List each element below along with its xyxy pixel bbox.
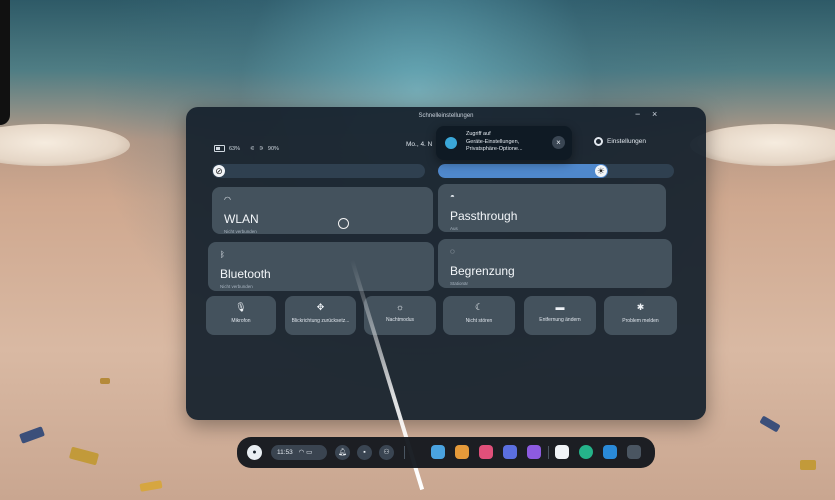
moon-icon: ☾ bbox=[474, 302, 484, 312]
distance-button[interactable]: ▬ Entfernung ändern bbox=[524, 296, 596, 335]
chat-icon[interactable]: ▪ bbox=[357, 445, 372, 460]
wifi-icon: ◠ bbox=[224, 195, 231, 204]
settings-button[interactable]: Einstellungen bbox=[594, 137, 646, 146]
controller-icon: ⚞ bbox=[258, 145, 264, 152]
floor-debris bbox=[800, 460, 816, 470]
night-mode-label: Nachtmodus bbox=[385, 317, 415, 323]
toast-line: Geräte-Einstellungen, bbox=[466, 138, 520, 145]
recenter-label: Blickrichtung zurücksetz... bbox=[291, 318, 350, 324]
tile-boundary[interactable]: ◌ Begrenzung Stationär bbox=[438, 239, 672, 288]
wifi-icon: ◠ bbox=[298, 449, 305, 456]
distance-label: Entfernung ändern bbox=[539, 317, 581, 323]
toast-text: Zugriff auf Geräte-Einstellungen, Privat… bbox=[466, 131, 523, 154]
tile-wlan[interactable]: ◠ WLAN Nicht verbunden bbox=[212, 187, 433, 234]
app-icon-clock[interactable] bbox=[579, 445, 593, 459]
app-icon-media[interactable] bbox=[479, 445, 493, 459]
mic-label: Mikrofon bbox=[231, 318, 251, 324]
clock-time: 11:53 bbox=[277, 449, 293, 456]
do-not-disturb-button[interactable]: ☾ Nicht stören bbox=[443, 296, 515, 335]
battery-icon: ▭ bbox=[306, 449, 313, 456]
taskbar-divider bbox=[404, 446, 405, 459]
microphone-icon: 🎙︎ bbox=[235, 302, 247, 312]
settings-label: Einstellungen bbox=[607, 138, 647, 145]
panel-title: Schnelleinstellungen bbox=[418, 113, 474, 119]
app-icon-files[interactable] bbox=[603, 445, 617, 459]
close-icon[interactable]: × bbox=[552, 136, 565, 149]
dnd-label: Nicht stören bbox=[465, 318, 493, 324]
controller-icon: ⚟ bbox=[250, 145, 255, 152]
report-problem-button[interactable]: ✱ Problem melden bbox=[604, 296, 677, 335]
mute-icon[interactable]: ⊘ bbox=[213, 165, 225, 177]
volume-slider[interactable]: ⊘ bbox=[212, 164, 425, 178]
passthrough-icon: ◓ bbox=[450, 192, 455, 201]
brightness-icon[interactable]: ☀ bbox=[594, 165, 607, 177]
recenter-button[interactable]: ✥ Blickrichtung zurücksetz... bbox=[285, 296, 356, 335]
minimize-button[interactable]: − bbox=[635, 109, 640, 119]
passthrough-title: Passthrough bbox=[450, 209, 518, 223]
bluetooth-status: Nicht verbunden bbox=[220, 284, 253, 289]
avatar-icon[interactable]: ● bbox=[247, 445, 262, 460]
taskbar-divider bbox=[548, 446, 549, 459]
headset-battery: 63% bbox=[229, 145, 241, 152]
brightness-slider[interactable]: ☀ bbox=[438, 164, 674, 178]
sun-icon: ☼ bbox=[395, 302, 405, 312]
permission-toast[interactable]: Zugriff auf Geräte-Einstellungen, Privat… bbox=[436, 126, 572, 160]
app-icon-browser[interactable] bbox=[503, 445, 517, 459]
bug-icon: ✱ bbox=[636, 302, 645, 312]
app-icon-store[interactable] bbox=[431, 445, 445, 459]
date-label: Mo., 4. N bbox=[406, 141, 433, 148]
battery-icon bbox=[214, 145, 225, 152]
move-icon: ✥ bbox=[316, 302, 325, 312]
mic-button[interactable]: 🎙︎ Mikrofon bbox=[206, 296, 276, 335]
notification-bell-icon[interactable]: 🔔︎ bbox=[335, 445, 350, 460]
gear-icon bbox=[594, 137, 603, 146]
boundary-title: Begrenzung bbox=[450, 264, 515, 278]
app-icon-game[interactable] bbox=[555, 445, 569, 459]
controller-battery: 90% bbox=[267, 145, 279, 152]
wlan-status: Nicht verbunden bbox=[224, 229, 257, 234]
distance-icon: ▬ bbox=[555, 302, 565, 312]
close-button[interactable]: × bbox=[652, 109, 657, 119]
passthrough-status: Aus bbox=[450, 226, 458, 231]
universal-menu-bar: ● 11:53 ◠ ▭ 🔔︎ ▪ ⚇ bbox=[237, 437, 655, 468]
environment-wall bbox=[0, 0, 10, 125]
app-icon-camera[interactable] bbox=[455, 445, 469, 459]
bluetooth-title: Bluetooth bbox=[220, 267, 271, 281]
toast-line: Zugriff auf bbox=[466, 131, 491, 137]
floor-debris bbox=[100, 378, 110, 384]
toast-app-icon bbox=[445, 137, 457, 149]
boundary-icon: ◌ bbox=[450, 247, 455, 256]
bluetooth-icon: ᛒ bbox=[220, 250, 225, 259]
status-pill[interactable]: 11:53 ◠ ▭ bbox=[271, 445, 327, 460]
tile-bluetooth[interactable]: ᛒ Bluetooth Nicht verbunden bbox=[208, 242, 434, 291]
status-bar: 63% ⚟ ⚞ 90% bbox=[214, 145, 279, 152]
toast-line: Privatsphäre-Optione... bbox=[466, 146, 523, 152]
wlan-title: WLAN bbox=[224, 212, 259, 226]
app-library-grid-icon[interactable] bbox=[627, 445, 641, 459]
tile-passthrough[interactable]: ◓ Passthrough Aus bbox=[438, 184, 666, 232]
boundary-status: Stationär bbox=[450, 281, 469, 286]
app-icon-people[interactable] bbox=[527, 445, 541, 459]
report-label: Problem melden bbox=[622, 318, 659, 324]
brightness-fill bbox=[438, 164, 608, 178]
people-icon[interactable]: ⚇ bbox=[379, 445, 394, 460]
pointer-cursor bbox=[338, 218, 349, 229]
